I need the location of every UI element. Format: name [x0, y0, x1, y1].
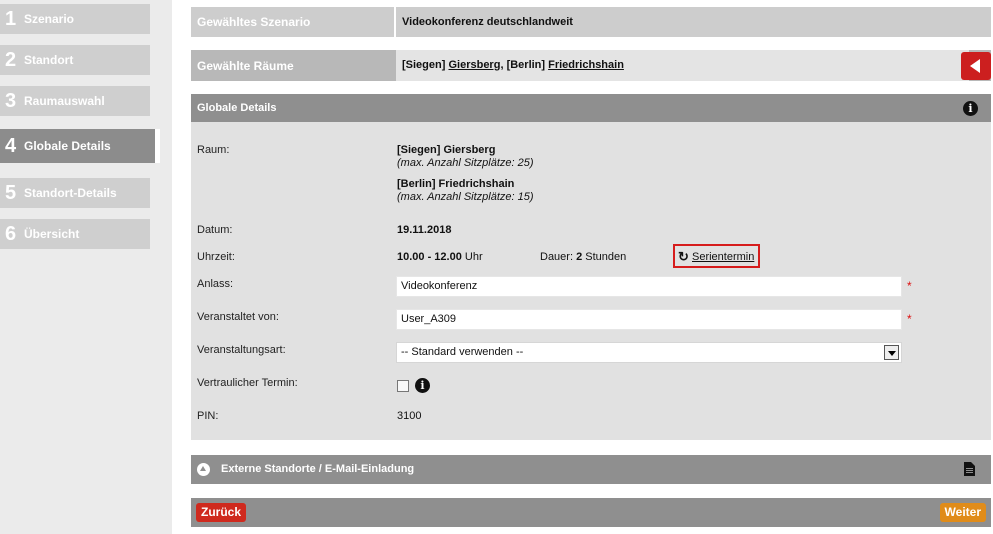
selected-rooms-label: Gewählte Räume: [197, 59, 294, 73]
time-range: 10.00 - 12.00: [397, 251, 462, 263]
confidential-label: Vertraulicher Termin:: [197, 377, 298, 389]
info-icon[interactable]: i: [415, 378, 430, 393]
selected-scenario-row: Gewähltes Szenario Videokonferenz deutsc…: [191, 7, 991, 37]
step-raumauswahl[interactable]: 3 Raumauswahl: [0, 86, 150, 116]
event-type-select[interactable]: -- Standard verwenden --: [396, 342, 902, 363]
room-name: [Berlin] Friedrichshain: [397, 178, 515, 190]
step-globale-details[interactable]: 4 Globale Details: [0, 129, 160, 163]
room-name: [Siegen] Giersberg: [397, 144, 496, 156]
required-marker: *: [907, 312, 912, 326]
step-label: Standort-Details: [24, 186, 117, 200]
back-button[interactable]: Zurück: [196, 503, 247, 522]
room-prefix: [Berlin]: [506, 59, 546, 71]
step-label: Standort: [24, 53, 74, 67]
pin-value: 3100: [397, 410, 422, 422]
selected-rooms-row: Gewählte Räume [Siegen] Giersberg, [Berl…: [191, 50, 991, 81]
event-type-selected: -- Standard verwenden --: [401, 346, 524, 358]
step-number: 4: [5, 135, 17, 157]
time-label: Uhrzeit:: [197, 251, 235, 263]
series-appointment-button[interactable]: ↻ Serientermin: [673, 244, 760, 268]
step-number: 3: [5, 90, 17, 112]
time-value: 10.00 - 12.00 Uhr: [397, 251, 483, 263]
duration-label: Dauer:: [540, 251, 574, 263]
step-label: Übersicht: [24, 227, 80, 241]
occasion-label: Anlass:: [197, 278, 234, 290]
document-icon[interactable]: [964, 462, 975, 476]
step-number: 2: [5, 49, 17, 71]
external-locations-title: Externe Standorte / E-Mail-Einladung: [221, 463, 415, 475]
confidential-checkbox[interactable]: [397, 380, 409, 392]
global-details-header: Globale Details i: [191, 94, 991, 122]
step-label: Globale Details: [24, 139, 111, 153]
chevron-down-icon[interactable]: [884, 345, 899, 360]
step-number: 5: [5, 182, 17, 204]
time-unit: Uhr: [464, 251, 483, 263]
wizard-footer: Zurück Weiter: [191, 498, 991, 527]
room-separator: ,: [500, 59, 504, 71]
duration-unit: Stunden: [585, 251, 627, 263]
wizard-sidebar: 1 Szenario 2 Standort 3 Raumauswahl 4 Gl…: [0, 0, 172, 534]
room-link-friedrichshain[interactable]: Friedrichshain: [548, 59, 624, 71]
selected-rooms-value: [Siegen] Giersberg, [Berlin] Friedrichsh…: [402, 59, 624, 71]
info-icon[interactable]: i: [963, 101, 978, 116]
occasion-input[interactable]: Videokonferenz: [396, 276, 902, 297]
global-details-title: Globale Details: [197, 102, 277, 114]
collapse-arrow-button[interactable]: [961, 52, 991, 80]
refresh-icon: ↻: [678, 249, 689, 264]
step-standort[interactable]: 2 Standort: [0, 45, 150, 75]
room-link-giersberg[interactable]: Giersberg: [448, 59, 500, 71]
global-details-panel: Raum: [Siegen] Giersberg (max. Anzahl Si…: [191, 122, 991, 440]
event-type-label: Veranstaltungsart:: [197, 344, 286, 356]
chevron-up-icon[interactable]: [197, 463, 210, 476]
date-value: 19.11.2018: [397, 224, 452, 236]
step-standort-details[interactable]: 5 Standort-Details: [0, 178, 150, 208]
selected-rooms-value-box: [Siegen] Giersberg, [Berlin] Friedrichsh…: [396, 50, 969, 81]
step-label: Raumauswahl: [24, 94, 105, 108]
step-number: 6: [5, 223, 17, 245]
pin-label: PIN:: [197, 410, 219, 422]
room-capacity: (max. Anzahl Sitzplätze: 15): [397, 191, 534, 203]
room-prefix: [Siegen]: [402, 59, 446, 71]
selected-scenario-value: Videokonferenz deutschlandweit: [402, 16, 573, 28]
external-locations-header[interactable]: Externe Standorte / E-Mail-Einladung: [191, 455, 991, 484]
series-appointment-link[interactable]: Serientermin: [692, 251, 754, 263]
next-button[interactable]: Weiter: [939, 503, 986, 522]
room-capacity: (max. Anzahl Sitzplätze: 25): [397, 157, 534, 169]
step-number: 1: [5, 8, 17, 30]
date-label: Datum:: [197, 224, 233, 236]
divider: [394, 7, 396, 37]
duration-value: Dauer: 2 Stunden: [540, 251, 626, 263]
duration-hours: 2: [576, 251, 583, 263]
required-marker: *: [907, 279, 912, 293]
organizer-label: Veranstaltet von:: [197, 311, 279, 323]
step-szenario[interactable]: 1 Szenario: [0, 4, 150, 34]
room-field-label: Raum:: [197, 144, 230, 156]
selected-scenario-label: Gewähltes Szenario: [197, 15, 311, 29]
step-label: Szenario: [24, 12, 75, 26]
step-uebersicht[interactable]: 6 Übersicht: [0, 219, 150, 249]
organizer-input[interactable]: User_A309: [396, 309, 902, 330]
